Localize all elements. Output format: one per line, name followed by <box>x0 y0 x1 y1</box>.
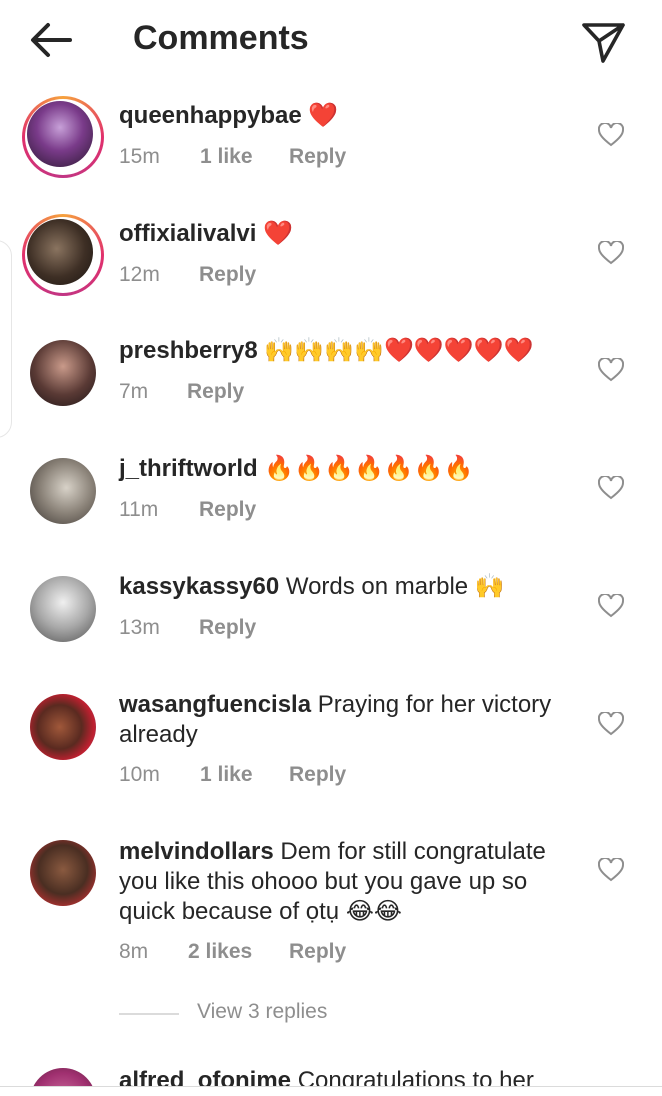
bottom-divider <box>0 1086 662 1087</box>
comment-time: 12m <box>119 263 160 286</box>
comment-username[interactable]: j_thriftworld <box>119 455 258 482</box>
heart-icon[interactable] <box>598 858 624 882</box>
avatar[interactable] <box>30 576 96 642</box>
comment-item: alfred_ofonime Congratulations to her <box>0 1060 662 1086</box>
comment-text: 🔥🔥🔥🔥🔥🔥🔥 <box>264 455 474 482</box>
comment-time: 10m <box>119 763 160 786</box>
comment-username[interactable]: melvindollars <box>119 838 274 865</box>
comment-time: 15m <box>119 145 160 168</box>
reply-button[interactable]: Reply <box>199 263 256 287</box>
replies-divider <box>119 1013 179 1015</box>
heart-icon[interactable] <box>598 594 624 618</box>
comment-body: wasangfuencisla Praying for her victory … <box>119 690 574 750</box>
comment-username[interactable]: offixialivalvi <box>119 220 256 247</box>
comment-body: offixialivalvi ❤️ <box>119 219 574 249</box>
comment-time: 7m <box>119 380 149 403</box>
view-replies-button[interactable]: View 3 replies <box>119 1000 419 1030</box>
avatar[interactable] <box>30 458 96 524</box>
comment-username[interactable]: alfred_ofonime <box>119 1067 291 1086</box>
comment-time: 8m <box>119 940 149 963</box>
page-title: Comments <box>133 19 309 57</box>
comment-body: melvindollars Dem for still congratulate… <box>119 837 574 927</box>
comment-body: queenhappybae ❤️ <box>119 101 574 131</box>
comment-time: 11m <box>119 498 159 521</box>
comment-body: alfred_ofonime Congratulations to her <box>119 1066 574 1086</box>
avatar[interactable] <box>30 1068 96 1086</box>
comment-body: preshberry8 🙌🙌🙌🙌❤️❤️❤️❤️❤️ <box>119 336 574 366</box>
back-button[interactable] <box>26 18 76 62</box>
comment-text: 🙌🙌🙌🙌❤️❤️❤️❤️❤️ <box>264 337 534 364</box>
story-ring <box>22 96 104 178</box>
comment-text: ❤️ <box>308 102 339 129</box>
avatar[interactable] <box>30 694 96 760</box>
heart-icon[interactable] <box>598 476 624 500</box>
reply-button[interactable]: Reply <box>199 498 256 522</box>
comment-body: j_thriftworld 🔥🔥🔥🔥🔥🔥🔥 <box>119 454 574 484</box>
comment-username[interactable]: preshberry8 <box>119 337 258 364</box>
avatar[interactable] <box>27 219 93 285</box>
comment-text: Words on marble 🙌 <box>285 573 505 600</box>
avatar[interactable] <box>30 840 96 906</box>
reply-button[interactable]: Reply <box>199 616 256 640</box>
heart-icon[interactable] <box>598 358 624 382</box>
comment-body: kassykassy60 Words on marble 🙌 <box>119 572 574 602</box>
top-bar: Comments <box>0 0 662 80</box>
paper-plane-icon <box>582 23 625 63</box>
reply-button[interactable]: Reply <box>187 380 244 404</box>
reply-button[interactable]: Reply <box>289 763 346 787</box>
comment-text: ❤️ <box>263 220 293 247</box>
heart-icon[interactable] <box>598 241 624 265</box>
comment-likes[interactable]: 2 likes <box>188 940 252 964</box>
comment-likes[interactable]: 1 like <box>200 763 253 787</box>
heart-icon[interactable] <box>598 712 624 736</box>
arrow-left-icon <box>31 23 72 57</box>
avatar[interactable] <box>27 101 93 167</box>
avatar[interactable] <box>30 340 96 406</box>
reply-button[interactable]: Reply <box>289 145 346 169</box>
view-replies-label: View 3 replies <box>197 1000 328 1023</box>
share-button[interactable] <box>578 16 628 66</box>
comment-username[interactable]: queenhappybae <box>119 102 302 129</box>
heart-icon[interactable] <box>598 123 624 147</box>
reply-button[interactable]: Reply <box>289 940 346 964</box>
comment-username[interactable]: wasangfuencisla <box>119 691 311 718</box>
comment-time: 13m <box>119 616 160 639</box>
comment-username[interactable]: kassykassy60 <box>119 573 279 600</box>
story-ring <box>22 214 104 296</box>
comment-text: Congratulations to her <box>297 1067 534 1086</box>
comment-likes[interactable]: 1 like <box>200 145 253 169</box>
side-panel-handle[interactable] <box>0 240 12 438</box>
